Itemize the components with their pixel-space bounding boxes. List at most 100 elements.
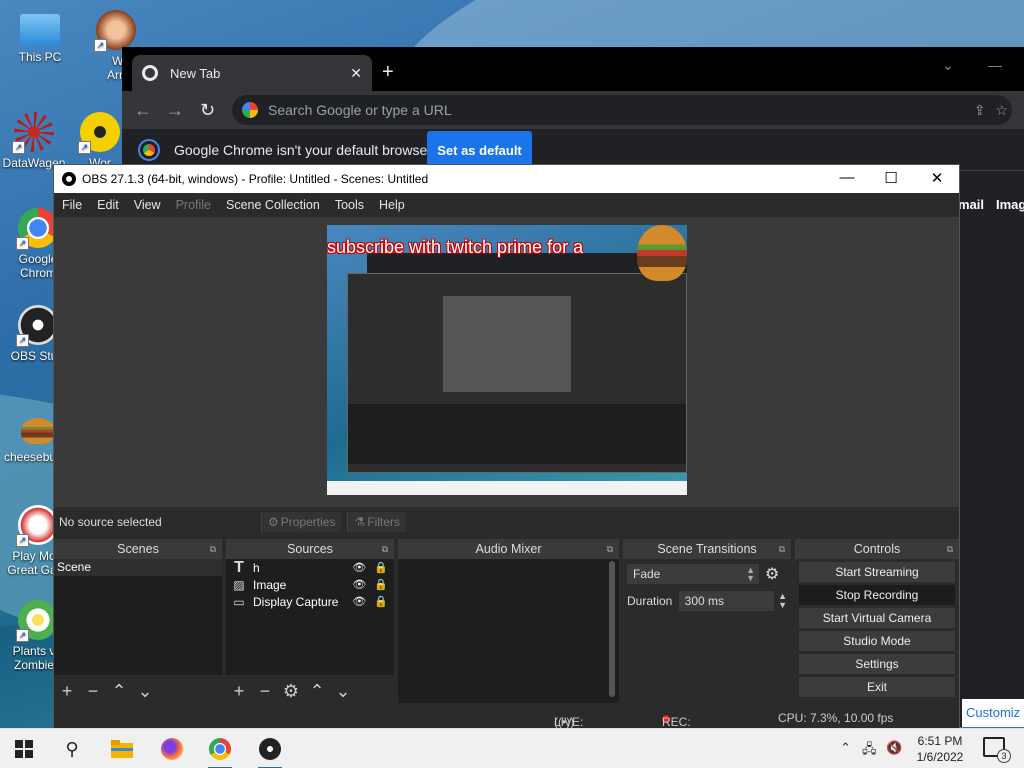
undock-icon[interactable]: ⧉ [947,539,953,559]
undock-icon[interactable]: ⧉ [779,539,785,559]
gmail-link[interactable]: mail [958,197,984,212]
nested-obs-window [347,273,687,473]
lock-icon[interactable]: 🔒 [374,578,388,591]
eye-icon[interactable]: 👁 [352,578,366,591]
images-link[interactable]: Imag [996,197,1024,212]
transition-select[interactable]: Fade ▲ ▼ [627,564,759,584]
maximize-button[interactable]: ☐ [868,169,914,187]
obs-statusbar: ((•))LIVE: 00:00:00 REC: 00:00:02 CPU: 7… [54,707,959,743]
duration-input[interactable]: 300 ms [678,591,775,611]
customize-chrome-button[interactable]: Customiz [962,699,1024,727]
close-icon[interactable]: ✕ [350,65,362,82]
minimize-button[interactable]: — [824,169,870,186]
scene-transitions-dock-header[interactable]: Scene Transitions ⧉ [623,539,791,559]
share-icon[interactable]: ⇪ [974,102,986,119]
lock-icon[interactable]: 🔒 [374,561,388,574]
scenes-dock-header[interactable]: Scenes ⧉ [54,539,222,559]
chevron-up-icon[interactable]: ⌃ [110,681,128,702]
minus-icon[interactable]: − [256,681,274,702]
file-explorer-icon[interactable] [108,735,136,763]
minus-icon[interactable]: − [84,681,102,702]
source-item[interactable]: ▨ Image 👁 🔒 [226,576,394,593]
menu-file[interactable]: File [62,198,82,212]
exit-button[interactable]: Exit [799,677,955,697]
gear-icon[interactable]: ⚙ [282,681,300,702]
duration-value: 300 ms [684,594,724,608]
lock-icon[interactable]: 🔒 [374,595,388,608]
chevron-down-icon[interactable]: ⌄ [334,681,352,702]
menu-view[interactable]: View [134,198,161,212]
forward-arrow-icon[interactable]: → [166,100,184,121]
firefox-icon[interactable] [158,735,186,763]
network-icon[interactable]: 🖧 [862,740,877,762]
sources-toolbar: + − ⚙ ⌃ ⌄ [226,677,394,705]
filters-button[interactable]: ⚗ Filters [347,512,406,532]
close-button[interactable]: ✕ [914,169,960,187]
scrollbar[interactable] [609,561,615,697]
controls-dock-header[interactable]: Controls ⧉ [795,539,959,559]
scenes-dock: Scenes ⧉ Scene + − ⌃ ⌄ [54,539,222,707]
menu-profile[interactable]: Profile [176,198,211,212]
obs-icon: ↗ [16,305,58,347]
cheeseburger-icon [21,418,55,444]
properties-button[interactable]: ⚙ Properties [261,512,342,532]
source-name: h [253,560,260,575]
stop-recording-button[interactable]: Stop Recording [799,585,955,605]
chrome-logo [209,738,231,760]
reload-icon[interactable]: ↻ [200,100,215,121]
audio-mixer-dock-header[interactable]: Audio Mixer ⧉ [398,539,619,559]
scenes-list[interactable]: Scene [54,559,222,675]
sources-dock-header[interactable]: Sources ⧉ [226,539,394,559]
chevron-down-icon[interactable]: ⌄ [942,57,954,74]
transition-value: Fade [633,567,661,581]
undock-icon[interactable]: ⧉ [607,539,613,559]
image-icon: ▨ [233,577,245,592]
undock-icon[interactable]: ⧉ [382,539,388,559]
menu-help[interactable]: Help [379,198,405,212]
preview-area[interactable]: subscribe with twitch prime for a [54,217,959,507]
omnibox[interactable]: Search Google or type a URL ⇪ ☆ [232,95,1012,125]
chevron-up-icon[interactable]: ⌃ [308,681,326,702]
desktop-icon-this-pc[interactable]: This PC [2,10,78,64]
new-tab-button[interactable]: + [382,61,394,84]
system-clock[interactable]: 6:51 PM 1/6/2022 [912,733,968,765]
chevron-up-icon[interactable]: ⌃ [840,740,851,756]
eye-icon[interactable]: 👁 [352,561,366,574]
star-icon[interactable]: ☆ [995,102,1008,119]
minimize-icon[interactable]: — [988,57,1002,73]
start-virtual-camera-button[interactable]: Start Virtual Camera [799,608,955,628]
obs-taskbar-icon[interactable] [256,735,284,768]
desktop-icon-datawagen[interactable]: ↗ DataWagen [0,112,72,170]
menu-edit[interactable]: Edit [97,198,119,212]
search-icon[interactable]: ⚲ [58,735,86,763]
source-item[interactable]: T h 👁 🔒 [226,559,394,576]
settings-button[interactable]: Settings [799,654,955,674]
obs-logo-icon [62,172,76,186]
nested-docks [348,404,686,464]
menu-scene-collection[interactable]: Scene Collection [226,198,320,212]
sources-list[interactable]: T h 👁 🔒 ▨ Image 👁 🔒 ▭ Display Capture 👁 … [226,559,394,675]
chrome-taskbar-icon[interactable] [206,735,234,768]
start-streaming-button[interactable]: Start Streaming [799,562,955,582]
plus-icon[interactable]: + [230,681,248,702]
eye-icon[interactable]: 👁 [352,595,366,608]
chevron-down-icon[interactable]: ⌄ [136,681,154,702]
scene-item[interactable]: Scene [54,559,222,576]
undock-icon[interactable]: ⧉ [210,539,216,559]
back-arrow-icon[interactable]: ← [134,100,152,121]
volume-muted-icon[interactable]: 🔇 [886,740,902,756]
gear-icon[interactable]: ⚙ [765,564,779,584]
windows-start-icon[interactable] [10,735,38,763]
windows-taskbar: ⚲ ⌃ 🖧 🔇 6:51 PM 1/6/2022 3 [0,728,1024,768]
stepper-icon[interactable]: ▲ ▼ [778,592,787,610]
burger-image [637,225,687,281]
desktop-icon-worms-2[interactable]: ↗ Wor [78,112,122,170]
studio-mode-button[interactable]: Studio Mode [799,631,955,651]
audio-mixer-dock: Audio Mixer ⧉ [398,539,619,707]
menu-tools[interactable]: Tools [335,198,364,212]
notification-icon[interactable]: 3 [983,737,1011,763]
preview-canvas[interactable]: subscribe with twitch prime for a [327,225,687,495]
plus-icon[interactable]: + [58,681,76,702]
source-item[interactable]: ▭ Display Capture 👁 🔒 [226,593,394,610]
chrome-tab-new-tab[interactable]: New Tab ✕ [132,55,372,91]
